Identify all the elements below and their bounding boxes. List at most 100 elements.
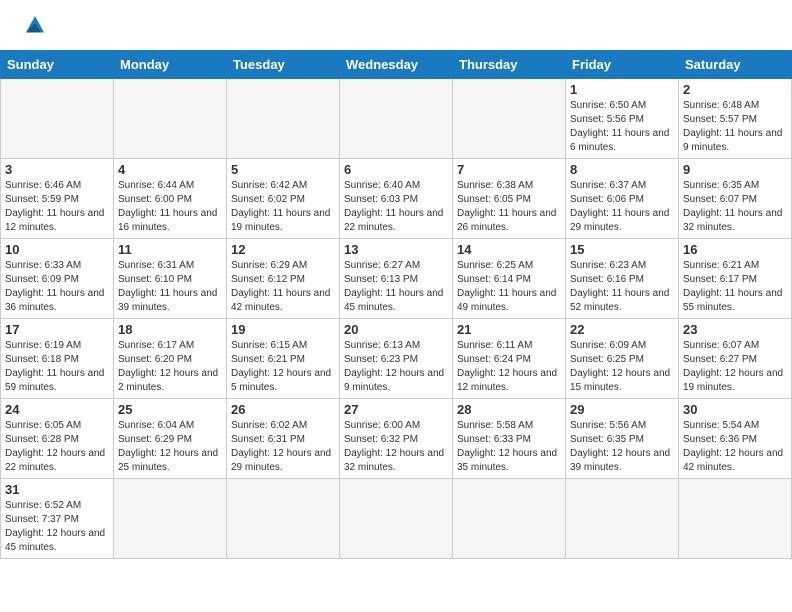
calendar-cell xyxy=(679,479,792,559)
calendar-cell: 8 Sunrise: 6:37 AM Sunset: 6:06 PM Daylig… xyxy=(566,159,679,239)
calendar-cell: 26 Sunrise: 6:02 AM Sunset: 6:31 PM Dayli… xyxy=(227,399,340,479)
day-number: 9 xyxy=(683,162,787,177)
day-number: 26 xyxy=(231,402,335,417)
week-row-6: 31Sunrise: 6:52 AM Sunset: 7:37 PM Dayli… xyxy=(1,479,792,559)
weekday-header-monday: Monday xyxy=(114,51,227,79)
day-info: Sunrise: 6:31 AM Sunset: 6:10 PM Dayligh… xyxy=(118,259,222,315)
day-info: Sunrise: 6:19 AM Sunset: 6:18 PM Dayligh… xyxy=(5,339,109,395)
day-number: 25 xyxy=(118,402,222,417)
calendar-table: SundayMondayTuesdayWednesdayThursdayFrid… xyxy=(0,50,792,559)
day-info: Sunrise: 5:56 AM Sunset: 6:35 PM Dayligh… xyxy=(570,419,674,475)
calendar-cell: 31Sunrise: 6:52 AM Sunset: 7:37 PM Dayli… xyxy=(1,479,114,559)
week-row-4: 17Sunrise: 6:19 AM Sunset: 6:18 PM Dayli… xyxy=(1,319,792,399)
calendar-cell xyxy=(114,479,227,559)
day-number: 12 xyxy=(231,242,335,257)
day-number: 11 xyxy=(118,242,222,257)
calendar-cell xyxy=(227,479,340,559)
day-number: 3 xyxy=(5,162,109,177)
day-number: 5 xyxy=(231,162,335,177)
weekday-header-friday: Friday xyxy=(566,51,679,79)
day-number: 29 xyxy=(570,402,674,417)
day-number: 30 xyxy=(683,402,787,417)
calendar-cell: 27 Sunrise: 6:00 AM Sunset: 6:32 PM Dayli… xyxy=(340,399,453,479)
day-info: Sunrise: 6:33 AM Sunset: 6:09 PM Dayligh… xyxy=(5,259,109,315)
calendar-cell: 5 Sunrise: 6:42 AM Sunset: 6:02 PM Daylig… xyxy=(227,159,340,239)
calendar-cell xyxy=(114,79,227,159)
day-info: Sunrise: 6:04 AM Sunset: 6:29 PM Dayligh… xyxy=(118,419,222,475)
day-number: 13 xyxy=(344,242,448,257)
day-info: Sunrise: 6:17 AM Sunset: 6:20 PM Dayligh… xyxy=(118,339,222,395)
week-row-5: 24Sunrise: 6:05 AM Sunset: 6:28 PM Dayli… xyxy=(1,399,792,479)
calendar-cell: 29 Sunrise: 5:56 AM Sunset: 6:35 PM Dayli… xyxy=(566,399,679,479)
calendar-cell xyxy=(227,79,340,159)
day-info: Sunrise: 6:29 AM Sunset: 6:12 PM Dayligh… xyxy=(231,259,335,315)
day-info: Sunrise: 6:02 AM Sunset: 6:31 PM Dayligh… xyxy=(231,419,335,475)
weekday-header-row: SundayMondayTuesdayWednesdayThursdayFrid… xyxy=(1,51,792,79)
calendar-cell xyxy=(453,479,566,559)
day-number: 8 xyxy=(570,162,674,177)
calendar-cell xyxy=(566,479,679,559)
calendar-cell: 21Sunrise: 6:11 AM Sunset: 6:24 PM Dayli… xyxy=(453,319,566,399)
calendar-cell xyxy=(453,79,566,159)
calendar-cell: 11 Sunrise: 6:31 AM Sunset: 6:10 PM Dayli… xyxy=(114,239,227,319)
calendar-cell xyxy=(340,79,453,159)
calendar-cell: 25 Sunrise: 6:04 AM Sunset: 6:29 PM Dayli… xyxy=(114,399,227,479)
day-info: Sunrise: 6:05 AM Sunset: 6:28 PM Dayligh… xyxy=(5,419,109,475)
day-number: 10 xyxy=(5,242,109,257)
calendar-cell: 4Sunrise: 6:44 AM Sunset: 6:00 PM Daylig… xyxy=(114,159,227,239)
day-info: Sunrise: 6:27 AM Sunset: 6:13 PM Dayligh… xyxy=(344,259,448,315)
calendar-cell: 13 Sunrise: 6:27 AM Sunset: 6:13 PM Dayli… xyxy=(340,239,453,319)
calendar-cell xyxy=(340,479,453,559)
day-info: Sunrise: 6:25 AM Sunset: 6:14 PM Dayligh… xyxy=(457,259,561,315)
calendar-cell: 15 Sunrise: 6:23 AM Sunset: 6:16 PM Dayli… xyxy=(566,239,679,319)
day-info: Sunrise: 6:40 AM Sunset: 6:03 PM Dayligh… xyxy=(344,179,448,235)
calendar-cell: 24Sunrise: 6:05 AM Sunset: 6:28 PM Dayli… xyxy=(1,399,114,479)
calendar-cell: 9 Sunrise: 6:35 AM Sunset: 6:07 PM Daylig… xyxy=(679,159,792,239)
calendar-cell: 28Sunrise: 5:58 AM Sunset: 6:33 PM Dayli… xyxy=(453,399,566,479)
calendar-cell: 18 Sunrise: 6:17 AM Sunset: 6:20 PM Dayli… xyxy=(114,319,227,399)
weekday-header-sunday: Sunday xyxy=(1,51,114,79)
weekday-header-thursday: Thursday xyxy=(453,51,566,79)
day-number: 21 xyxy=(457,322,561,337)
calendar-cell: 6 Sunrise: 6:40 AM Sunset: 6:03 PM Daylig… xyxy=(340,159,453,239)
weekday-header-saturday: Saturday xyxy=(679,51,792,79)
calendar-cell: 10 Sunrise: 6:33 AM Sunset: 6:09 PM Dayli… xyxy=(1,239,114,319)
day-info: Sunrise: 5:58 AM Sunset: 6:33 PM Dayligh… xyxy=(457,419,561,475)
day-info: Sunrise: 6:00 AM Sunset: 6:32 PM Dayligh… xyxy=(344,419,448,475)
calendar-cell: 14 Sunrise: 6:25 AM Sunset: 6:14 PM Dayli… xyxy=(453,239,566,319)
calendar-cell: 19Sunrise: 6:15 AM Sunset: 6:21 PM Dayli… xyxy=(227,319,340,399)
day-info: Sunrise: 6:07 AM Sunset: 6:27 PM Dayligh… xyxy=(683,339,787,395)
calendar-cell: 3 Sunrise: 6:46 AM Sunset: 5:59 PM Daylig… xyxy=(1,159,114,239)
day-number: 27 xyxy=(344,402,448,417)
day-info: Sunrise: 6:21 AM Sunset: 6:17 PM Dayligh… xyxy=(683,259,787,315)
day-number: 18 xyxy=(118,322,222,337)
calendar-cell: 23 Sunrise: 6:07 AM Sunset: 6:27 PM Dayli… xyxy=(679,319,792,399)
day-number: 23 xyxy=(683,322,787,337)
day-info: Sunrise: 6:35 AM Sunset: 6:07 PM Dayligh… xyxy=(683,179,787,235)
day-number: 2 xyxy=(683,82,787,97)
page-header xyxy=(0,0,792,45)
day-info: Sunrise: 6:37 AM Sunset: 6:06 PM Dayligh… xyxy=(570,179,674,235)
week-row-1: 1Sunrise: 6:50 AM Sunset: 5:56 PM Daylig… xyxy=(1,79,792,159)
day-info: Sunrise: 6:50 AM Sunset: 5:56 PM Dayligh… xyxy=(570,99,674,155)
day-number: 16 xyxy=(683,242,787,257)
week-row-2: 3 Sunrise: 6:46 AM Sunset: 5:59 PM Daylig… xyxy=(1,159,792,239)
day-number: 15 xyxy=(570,242,674,257)
day-info: Sunrise: 6:09 AM Sunset: 6:25 PM Dayligh… xyxy=(570,339,674,395)
day-info: Sunrise: 6:38 AM Sunset: 6:05 PM Dayligh… xyxy=(457,179,561,235)
day-number: 31 xyxy=(5,482,109,497)
day-number: 14 xyxy=(457,242,561,257)
day-number: 6 xyxy=(344,162,448,177)
weekday-header-tuesday: Tuesday xyxy=(227,51,340,79)
generalblue-logo-icon xyxy=(20,10,50,40)
day-info: Sunrise: 6:46 AM Sunset: 5:59 PM Dayligh… xyxy=(5,179,109,235)
day-info: Sunrise: 6:42 AM Sunset: 6:02 PM Dayligh… xyxy=(231,179,335,235)
day-info: Sunrise: 5:54 AM Sunset: 6:36 PM Dayligh… xyxy=(683,419,787,475)
day-info: Sunrise: 6:23 AM Sunset: 6:16 PM Dayligh… xyxy=(570,259,674,315)
calendar-cell: 16 Sunrise: 6:21 AM Sunset: 6:17 PM Dayli… xyxy=(679,239,792,319)
day-number: 4 xyxy=(118,162,222,177)
day-info: Sunrise: 6:13 AM Sunset: 6:23 PM Dayligh… xyxy=(344,339,448,395)
calendar-cell: 20Sunrise: 6:13 AM Sunset: 6:23 PM Dayli… xyxy=(340,319,453,399)
calendar-cell xyxy=(1,79,114,159)
calendar-cell: 1Sunrise: 6:50 AM Sunset: 5:56 PM Daylig… xyxy=(566,79,679,159)
